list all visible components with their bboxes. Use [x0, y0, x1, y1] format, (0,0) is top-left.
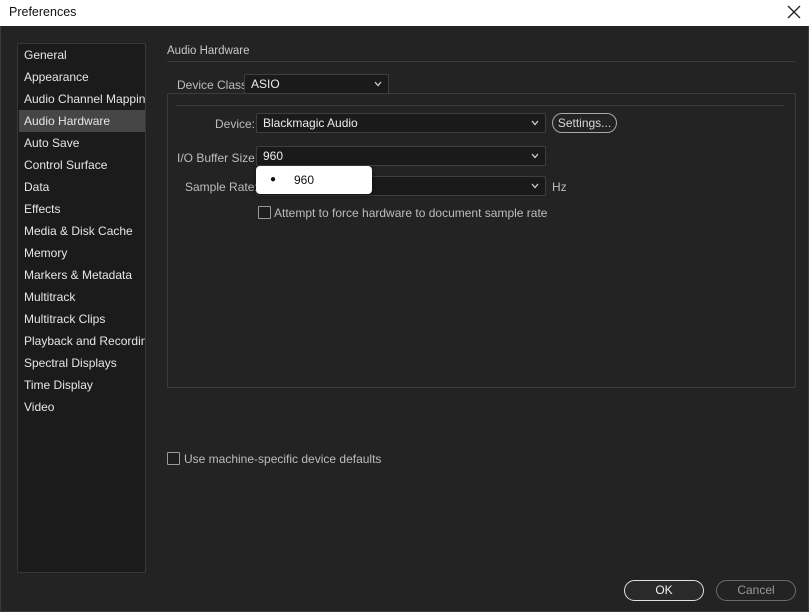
- device-label: Device:: [215, 117, 256, 131]
- device-class-label: Device Class:: [177, 78, 251, 92]
- ok-button[interactable]: OK: [624, 580, 704, 601]
- settings-button[interactable]: Settings...: [552, 113, 617, 133]
- buffer-size-value: 960: [263, 149, 284, 163]
- sidebar-item-effects[interactable]: Effects: [19, 198, 145, 220]
- selected-bullet-icon: ●: [270, 174, 277, 185]
- sidebar-item-data[interactable]: Data: [19, 176, 145, 198]
- sidebar-item-media-disk-cache[interactable]: Media & Disk Cache: [19, 220, 145, 242]
- sidebar-item-audio-hardware[interactable]: Audio Hardware: [19, 110, 145, 132]
- sample-rate-unit: Hz: [552, 180, 567, 194]
- sidebar-item-audio-channel-mapping[interactable]: Audio Channel Mapping: [19, 88, 145, 110]
- section-title: Audio Hardware: [167, 45, 250, 57]
- sidebar-item-general[interactable]: General: [19, 44, 145, 66]
- sidebar-item-markers-metadata[interactable]: Markers & Metadata: [19, 264, 145, 286]
- buffer-size-select[interactable]: 960: [256, 146, 546, 166]
- sidebar-item-multitrack-clips[interactable]: Multitrack Clips: [19, 308, 145, 330]
- sample-rate-label: Sample Rate:: [185, 180, 258, 194]
- window-title: Preferences: [9, 5, 77, 19]
- device-class-value: ASIO: [251, 77, 280, 91]
- chevron-down-icon: [374, 81, 382, 87]
- close-icon[interactable]: [785, 3, 803, 21]
- machine-defaults-label[interactable]: Use machine-specific device defaults: [184, 452, 381, 466]
- title-bar: Preferences: [0, 0, 809, 26]
- chevron-down-icon: [531, 153, 539, 159]
- force-sample-rate-label[interactable]: Attempt to force hardware to document sa…: [274, 206, 547, 220]
- dropdown-option[interactable]: 960: [294, 173, 314, 187]
- chevron-down-icon: [531, 183, 539, 189]
- sidebar-item-memory[interactable]: Memory: [19, 242, 145, 264]
- group-divider: [176, 105, 784, 106]
- sidebar-item-appearance[interactable]: Appearance: [19, 66, 145, 88]
- sidebar-item-spectral-displays[interactable]: Spectral Displays: [19, 352, 145, 374]
- force-sample-rate-checkbox[interactable]: [258, 206, 271, 219]
- sidebar-item-time-display[interactable]: Time Display: [19, 374, 145, 396]
- preferences-sidebar: General Appearance Audio Channel Mapping…: [17, 43, 146, 573]
- sidebar-item-control-surface[interactable]: Control Surface: [19, 154, 145, 176]
- sidebar-item-video[interactable]: Video: [19, 396, 145, 418]
- device-settings-group: [167, 93, 796, 388]
- sidebar-item-auto-save[interactable]: Auto Save: [19, 132, 145, 154]
- section-divider: [167, 61, 795, 62]
- chevron-down-icon: [531, 120, 539, 126]
- sidebar-item-multitrack[interactable]: Multitrack: [19, 286, 145, 308]
- sidebar-item-playback-recording[interactable]: Playback and Recording: [19, 330, 145, 352]
- device-value: Blackmagic Audio: [263, 116, 358, 130]
- machine-defaults-checkbox[interactable]: [167, 452, 180, 465]
- device-select[interactable]: Blackmagic Audio: [256, 113, 546, 133]
- cancel-button[interactable]: Cancel: [716, 580, 796, 601]
- device-class-select[interactable]: ASIO: [244, 74, 389, 94]
- buffer-size-label: I/O Buffer Size:: [177, 151, 259, 165]
- buffer-size-dropdown: ● 960: [256, 166, 372, 194]
